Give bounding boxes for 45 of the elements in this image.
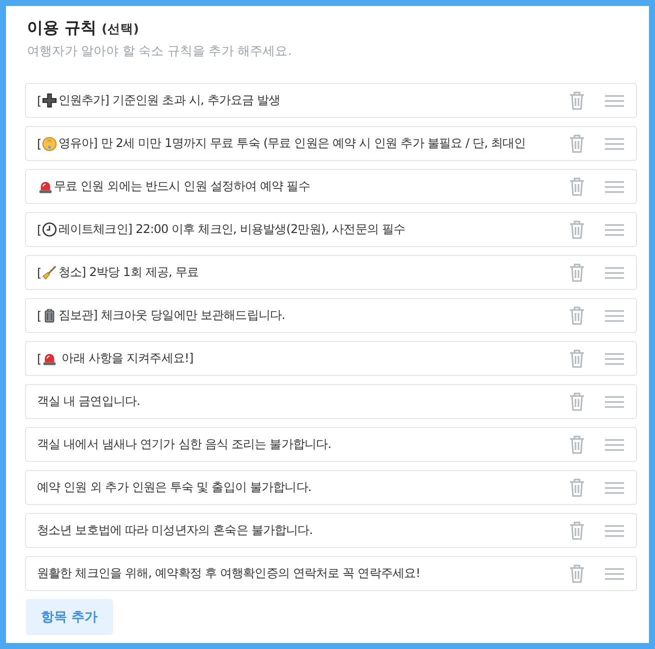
- plus-icon: [42, 93, 58, 108]
- drag-handle-icon[interactable]: [605, 310, 624, 322]
- siren-icon: [38, 179, 53, 194]
- rule-field[interactable]: [ 영유아] 만 2세 미만 1명까지 무료 투숙 (무료 인원은 예약 시 인원 추가 불필요 / 단, 최대인: [37, 135, 565, 152]
- drag-handle-icon[interactable]: [605, 180, 624, 192]
- rule-field[interactable]: [ 아래 사항을 지켜주세요!]: [37, 350, 565, 367]
- drag-handle-icon[interactable]: [605, 266, 624, 278]
- trash-icon[interactable]: [569, 564, 585, 583]
- trash-icon[interactable]: [569, 263, 585, 282]
- rule-field[interactable]: 원활한 체크인을 위해, 예약확정 후 여행확인증의 연락처로 꼭 연락주세요!: [37, 565, 565, 582]
- drag-handle-icon[interactable]: [605, 396, 624, 408]
- trash-icon[interactable]: [569, 521, 585, 540]
- trash-icon[interactable]: [569, 134, 585, 153]
- trash-icon[interactable]: [569, 478, 585, 497]
- rule-field[interactable]: [ 레이트체크인] 22:00 이후 체크인, 비용발생(2만원), 사전문의 필수: [37, 221, 565, 238]
- section-subtitle: 여행자가 알아야 할 숙소 규칙을 추가 해주세요.: [27, 43, 292, 60]
- rule-field[interactable]: 객실 내에서 냄새나 연기가 심한 음식 조리는 불가합니다.: [37, 436, 565, 453]
- rule-field[interactable]: [ 짐보관] 체크아웃 당일에만 보관해드립니다.: [37, 307, 565, 324]
- clock-icon: [42, 222, 58, 237]
- broom-icon: [42, 265, 58, 280]
- rule-field[interactable]: [ 청소] 2박당 1회 제공, 무료: [37, 264, 565, 281]
- drag-handle-icon[interactable]: [605, 438, 624, 450]
- rule-field[interactable]: 예약 인원 외 추가 인원은 투숙 및 출입이 불가합니다.: [37, 479, 565, 496]
- rule-field[interactable]: 객실 내 금연입니다.: [37, 393, 565, 410]
- drag-handle-icon[interactable]: [605, 352, 624, 364]
- trash-icon[interactable]: [569, 392, 585, 411]
- rule-field[interactable]: 무료 인원 외에는 반드시 인원 설정하여 예약 필수: [37, 178, 565, 195]
- drag-handle-icon[interactable]: [605, 482, 624, 494]
- drag-handle-icon[interactable]: [605, 94, 624, 106]
- drag-handle-icon[interactable]: [605, 224, 624, 236]
- trash-icon[interactable]: [569, 91, 585, 110]
- rule-field[interactable]: [ 인원추가] 기준인원 초과 시, 추가요금 발생: [37, 92, 565, 109]
- drag-handle-icon[interactable]: [605, 524, 624, 536]
- trash-icon[interactable]: [569, 306, 585, 325]
- section-title: 이용 규칙: [27, 18, 97, 39]
- trash-icon[interactable]: [569, 349, 585, 368]
- trash-icon[interactable]: [569, 220, 585, 239]
- optional-label: (선택): [102, 21, 140, 38]
- drag-handle-icon[interactable]: [605, 138, 624, 150]
- siren-icon: [42, 351, 58, 366]
- trash-icon[interactable]: [569, 435, 585, 454]
- baby-icon: [42, 136, 58, 151]
- drag-handle-icon[interactable]: [605, 568, 624, 580]
- trash-icon[interactable]: [569, 177, 585, 196]
- rule-field[interactable]: 청소년 보호법에 따라 미성년자의 혼숙은 불가합니다.: [37, 522, 565, 539]
